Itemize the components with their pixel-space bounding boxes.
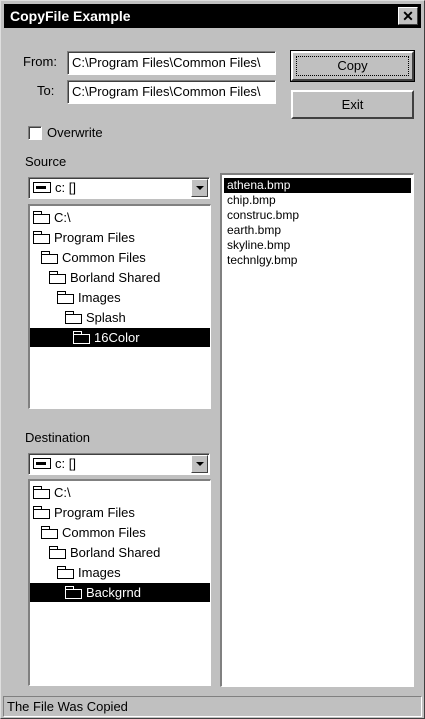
directory-name: Common Files [62,250,146,265]
file-item[interactable]: construc.bmp [224,208,299,223]
source-directory-list[interactable]: C:\ Program Files Common Files Borland Shar… [28,204,211,409]
to-label: To: [37,83,55,98]
folder-icon [41,526,58,539]
directory-name: Borland Shared [70,270,161,285]
directory-item[interactable]: Program Files [33,228,135,247]
file-item[interactable]: athena.bmp [224,178,411,193]
folder-icon [57,291,74,304]
directory-name: Common Files [62,525,146,540]
folder-icon [49,546,66,559]
source-drive-combo[interactable]: c: [] [28,177,210,199]
destination-drive-combo[interactable]: c: [] [28,453,210,475]
exit-button[interactable]: Exit [291,90,414,119]
destination-label: Destination [25,430,91,445]
file-item[interactable]: chip.bmp [224,193,276,208]
directory-item[interactable]: Backgrnd [30,583,210,602]
source-drive-value: c: [] [55,180,76,195]
directory-name: Images [78,290,121,305]
close-button[interactable]: ✕ [398,7,418,25]
folder-icon [41,251,58,264]
file-item[interactable]: earth.bmp [224,223,281,238]
source-label: Source [25,154,67,169]
directory-name: Borland Shared [70,545,161,560]
directory-item[interactable]: 16Color [30,328,210,347]
close-icon: ✕ [402,8,414,24]
folder-icon [33,211,50,224]
exit-button-label: Exit [341,97,364,112]
folder-icon [33,231,50,244]
destination-directory-list[interactable]: C:\ Program Files Common Files Borland Shar… [28,479,211,686]
directory-item[interactable]: Borland Shared [49,268,160,287]
directory-item[interactable]: Images [57,563,121,582]
folder-icon [57,566,74,579]
directory-name: 16Color [94,330,140,345]
file-list[interactable]: athena.bmp chip.bmp construc.bmp earth.bmp s… [220,173,414,687]
file-item[interactable]: skyline.bmp [224,238,290,253]
open-folder-icon [73,331,90,344]
to-field[interactable]: C:\Program Files\Common Files\ [67,80,276,104]
from-label: From: [23,54,57,69]
directory-item[interactable]: Images [57,288,121,307]
from-field[interactable]: C:\Program Files\Common Files\ [67,51,276,75]
directory-item[interactable]: C:\ [33,483,71,502]
directory-item[interactable]: Common Files [41,248,146,267]
folder-icon [49,271,66,284]
folder-icon [65,311,82,324]
copyfile-window: CopyFile Example ✕ From: C:\Program File… [0,0,425,719]
focus-rectangle [296,56,409,76]
dropdown-arrow-icon[interactable] [191,179,208,197]
drive-icon [33,458,51,469]
window-title: CopyFile Example [10,8,131,24]
directory-name: C:\ [54,210,71,225]
directory-name: Splash [86,310,126,325]
directory-item[interactable]: Borland Shared [49,543,160,562]
overwrite-checkbox[interactable] [28,126,42,140]
file-item[interactable]: technlgy.bmp [224,253,297,268]
directory-name: Program Files [54,505,135,520]
status-text: The File Was Copied [7,699,128,714]
drive-icon [33,182,51,193]
copy-button[interactable]: Copy [290,50,415,82]
status-bar: The File Was Copied [3,696,422,717]
destination-drive-value: c: [] [55,456,76,471]
folder-icon [33,506,50,519]
directory-item[interactable]: Program Files [33,503,135,522]
directory-item[interactable]: C:\ [33,208,71,227]
open-folder-icon [65,586,82,599]
dropdown-arrow-icon[interactable] [191,455,208,473]
directory-name: Program Files [54,230,135,245]
title-bar: CopyFile Example ✕ [4,4,421,28]
directory-item[interactable]: Splash [65,308,126,327]
overwrite-label: Overwrite [47,125,103,140]
directory-item[interactable]: Common Files [41,523,146,542]
directory-name: C:\ [54,485,71,500]
directory-name: Images [78,565,121,580]
directory-name: Backgrnd [86,585,141,600]
folder-icon [33,486,50,499]
